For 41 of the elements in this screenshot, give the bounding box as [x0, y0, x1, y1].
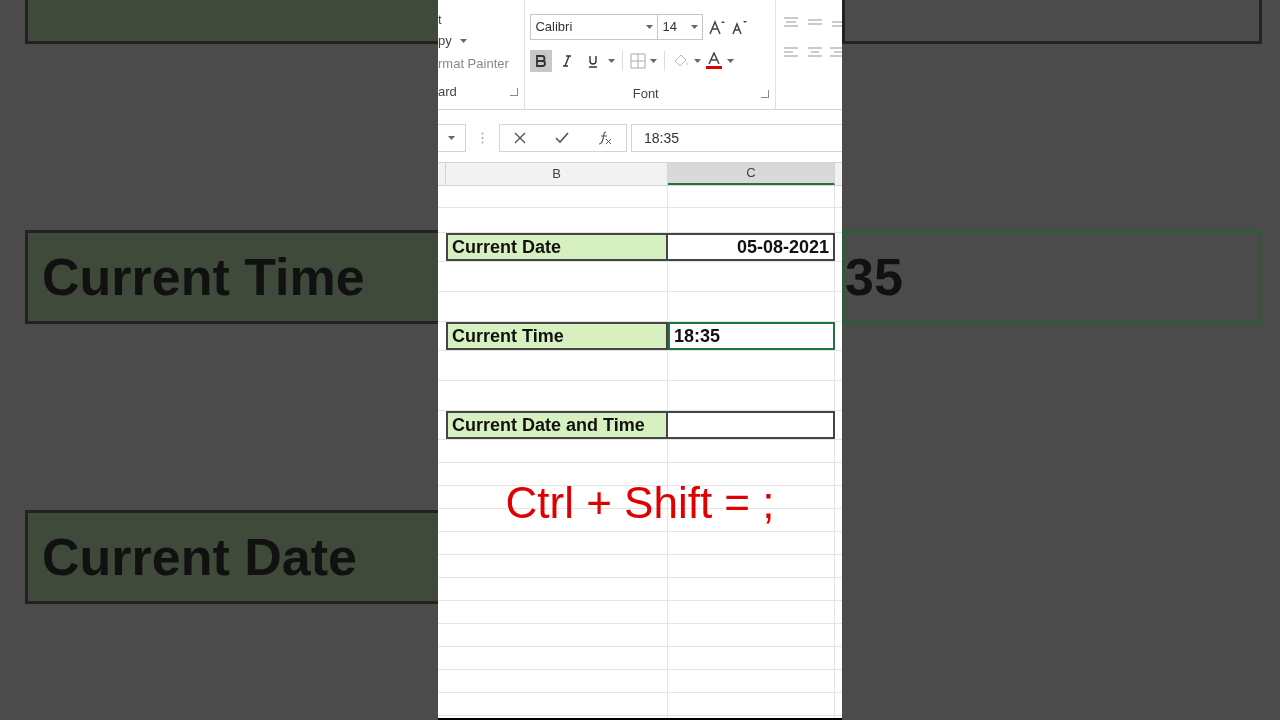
backdrop-text: Current Date	[42, 527, 357, 588]
ribbon-label[interactable]: py	[438, 31, 452, 51]
label-cell[interactable]: Current Date and Time	[446, 411, 668, 439]
bold-icon	[536, 55, 547, 67]
ribbon-label[interactable]: rmat Painter	[438, 54, 525, 80]
font-color-icon[interactable]	[705, 52, 724, 70]
fill-color-icon[interactable]	[672, 53, 691, 69]
dropdown-caret-icon	[646, 25, 654, 29]
dropdown-caret-icon	[691, 25, 699, 29]
dropdown-caret-icon	[650, 59, 658, 63]
underline-icon	[588, 54, 599, 68]
dropdown-caret-icon	[608, 59, 616, 63]
dialog-launcher-icon[interactable]	[761, 89, 769, 98]
shortcut-caption: Ctrl + Shift = ;	[505, 477, 775, 529]
value-cell[interactable]: 18:35	[668, 322, 835, 350]
value-cell[interactable]	[668, 411, 835, 439]
column-header[interactable]: C	[668, 163, 835, 185]
formula-input[interactable]: 18:35	[631, 124, 842, 152]
bold-button[interactable]	[530, 50, 553, 72]
label-cell[interactable]: Current Time	[446, 322, 668, 350]
italic-icon	[563, 55, 572, 67]
dropdown-caret-icon	[727, 59, 735, 63]
more-icon	[481, 132, 484, 144]
label-cell[interactable]: Current Date	[446, 233, 668, 261]
dialog-launcher-icon[interactable]	[510, 87, 519, 96]
ribbon-label[interactable]: t	[438, 10, 525, 28]
font-name-dropdown[interactable]: Calibri	[530, 14, 659, 40]
backdrop-text: Current Time	[42, 247, 365, 308]
grow-font-icon[interactable]	[709, 19, 726, 35]
check-icon[interactable]	[555, 132, 569, 144]
insert-function-icon[interactable]	[597, 131, 612, 145]
dropdown-caret-icon	[459, 39, 467, 43]
group-label: ard	[438, 83, 457, 101]
value-cell[interactable]: 05-08-2021	[668, 233, 835, 261]
shrink-font-icon[interactable]	[731, 19, 748, 35]
group-label: Font	[631, 85, 660, 103]
font-size-dropdown[interactable]: 14	[657, 14, 704, 40]
backdrop-text: 35	[845, 247, 903, 308]
dropdown-caret-icon	[694, 59, 702, 63]
cancel-icon[interactable]	[514, 132, 527, 144]
dropdown-caret-icon	[448, 136, 455, 140]
